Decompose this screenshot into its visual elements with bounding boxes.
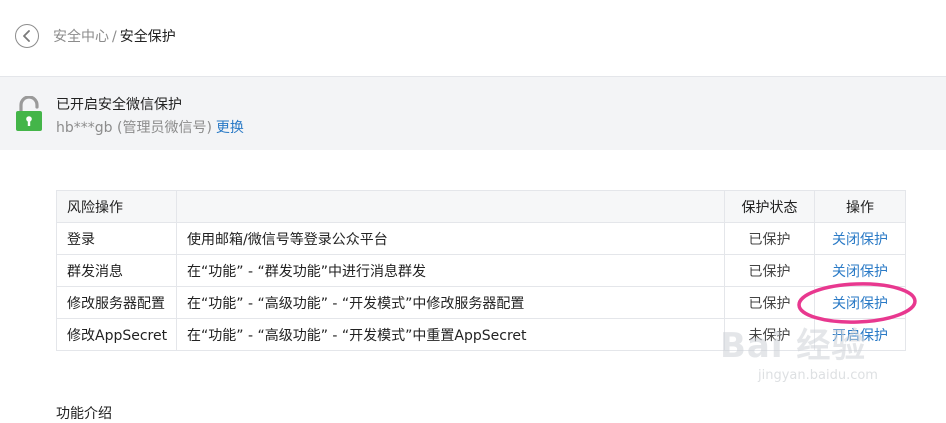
description-cell: 在“功能” - “群发功能”中进行消息群发 [176,254,725,287]
description-cell: 在“功能” - “高级功能” - “开发模式”中重置AppSecret [176,318,725,351]
breadcrumb-separator: / [112,29,117,45]
back-button[interactable] [15,24,39,48]
feature-intro-heading: 功能介绍 [56,406,112,422]
admin-account: hb***gb (管理员微信号) 更换 [56,117,244,137]
change-link[interactable]: 更换 [216,120,244,136]
table-row: 修改AppSecret 在“功能” - “高级功能” - “开发模式”中重置Ap… [56,318,906,351]
disable-protection-link[interactable]: 关闭保护 [832,232,888,248]
status-cell: 未保护 [724,318,815,351]
status-cell: 已保护 [724,286,815,319]
column-header-status: 保护状态 [724,190,815,223]
column-header-action: 操作 [814,190,906,223]
disable-protection-link[interactable]: 关闭保护 [832,296,888,312]
action-cell: 关闭保护 [814,286,906,319]
risk-operation-cell: 修改AppSecret [56,318,177,351]
table-row: 登录 使用邮箱/微信号等登录公众平台 已保护 关闭保护 [56,222,906,255]
risk-operations-table: 风险操作 保护状态 操作 登录 使用邮箱/微信号等登录公众平台 已保护 关闭保护… [56,190,906,351]
enable-protection-link[interactable]: 开启保护 [832,328,888,344]
table-header-row: 风险操作 保护状态 操作 [56,190,906,223]
lock-open-icon [16,96,42,131]
action-cell: 开启保护 [814,318,906,351]
disable-protection-link[interactable]: 关闭保护 [832,264,888,280]
description-cell: 使用邮箱/微信号等登录公众平台 [176,222,725,255]
column-header-description [176,190,725,223]
status-cell: 已保护 [724,254,815,287]
risk-operation-cell: 登录 [56,222,177,255]
action-cell: 关闭保护 [814,254,906,287]
status-cell: 已保护 [724,222,815,255]
page-header: 安全中心 / 安全保护 [0,0,946,76]
protection-banner: 已开启安全微信保护 hb***gb (管理员微信号) 更换 [0,76,946,150]
column-header-risk-operation: 风险操作 [56,190,177,223]
admin-account-text: hb***gb (管理员微信号) [56,120,212,136]
breadcrumb: 安全中心 / 安全保护 [53,28,176,46]
risk-operation-cell: 修改服务器配置 [56,286,177,319]
description-cell: 在“功能” - “高级功能” - “开发模式”中修改服务器配置 [176,286,725,319]
watermark-url: jingyan.baidu.com [758,368,878,383]
table-row: 修改服务器配置 在“功能” - “高级功能” - “开发模式”中修改服务器配置 … [56,286,906,319]
breadcrumb-current: 安全保护 [119,29,176,45]
chevron-left-icon [23,30,30,42]
breadcrumb-security-center[interactable]: 安全中心 [53,29,109,45]
risk-operation-cell: 群发消息 [56,254,177,287]
table-row: 群发消息 在“功能” - “群发功能”中进行消息群发 已保护 关闭保护 [56,254,906,287]
action-cell: 关闭保护 [814,222,906,255]
banner-title: 已开启安全微信保护 [56,97,182,113]
